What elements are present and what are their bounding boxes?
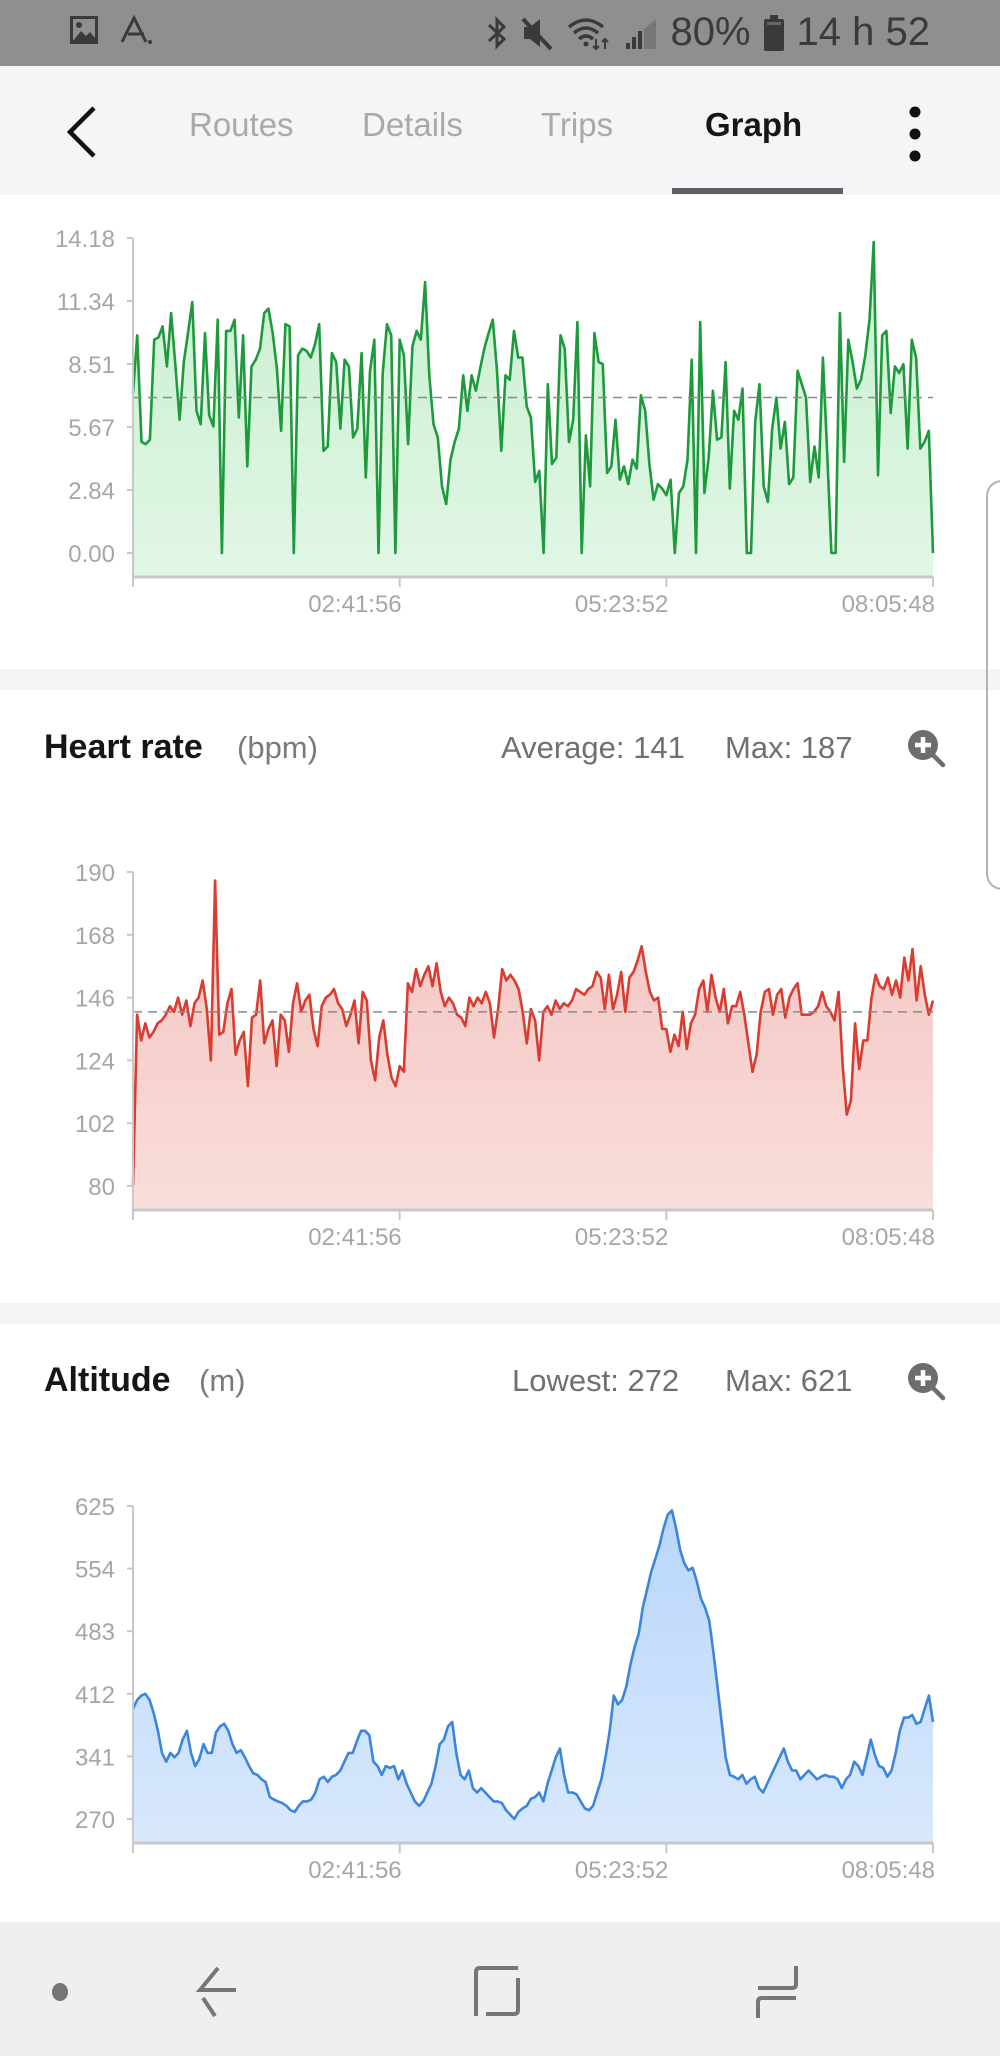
- back-nav-icon[interactable]: [188, 1962, 248, 2022]
- zoom-in-icon[interactable]: [904, 1359, 948, 1403]
- heart-rate-average: Average: 141: [501, 730, 685, 765]
- heart_rate-x-tick-label: 05:23:52: [575, 1224, 668, 1251]
- more-vertical-icon[interactable]: [900, 104, 930, 164]
- heart-rate-max: Max: 187: [725, 730, 853, 765]
- altitude-x-tick-label: 08:05:48: [842, 1857, 935, 1884]
- tab-trips[interactable]: Trips: [541, 106, 613, 144]
- heart-rate-chart-svg: 80 102 124 146 168 190 02:41:56 05:23:52 08:05:4…: [75, 860, 935, 1251]
- battery-percent: 80%: [670, 10, 751, 54]
- speed-chart: 0.00 2.84 5.67 8.51 11.34 14.18 02:41:56 05:23:…: [0, 195, 1000, 669]
- altitude-area: [133, 1510, 933, 1843]
- altitude-x-tick-label: 02:41:56: [308, 1857, 401, 1884]
- altitude-unit: (m): [199, 1363, 246, 1398]
- altitude-y-tick-label: 625: [75, 1494, 115, 1521]
- status-left: [68, 14, 154, 46]
- active-tab-indicator: [672, 188, 843, 194]
- scroll-handle[interactable]: [986, 480, 1000, 890]
- altitude-x-tick-label: 05:23:52: [575, 1857, 668, 1884]
- speed-chart-svg: 0.00 2.84 5.67 8.51 11.34 14.18 02:41:56 05:23:…: [55, 226, 935, 618]
- altitude-y-tick-label: 341: [75, 1744, 115, 1771]
- heart_rate-y-tick-label: 80: [88, 1174, 115, 1201]
- altitude-max: Max: 621: [725, 1363, 853, 1398]
- tab-graph[interactable]: Graph: [705, 106, 802, 144]
- altitude-title: Altitude: [44, 1361, 171, 1399]
- app-bar: Routes Details Trips Graph: [0, 66, 1000, 195]
- heart_rate-area: [133, 880, 933, 1210]
- altitude-y-tick-label: 270: [75, 1807, 115, 1834]
- battery-icon: [763, 14, 784, 51]
- heart-rate-header: Heart rate (bpm) Average: 141 Max: 187: [0, 718, 1000, 778]
- gallery-icon: [70, 16, 98, 44]
- status-right: 80% 14 h 52: [486, 10, 930, 55]
- clock: 14 h 52: [796, 10, 930, 54]
- speed-y-tick-label: 11.34: [57, 289, 115, 316]
- system-nav-bar: [0, 1922, 1000, 2056]
- zoom-in-icon[interactable]: [904, 726, 948, 770]
- heart_rate-y-tick-label: 146: [75, 986, 115, 1013]
- heart_rate-y-tick-label: 102: [75, 1111, 115, 1138]
- altitude-y-tick-label: 412: [75, 1682, 115, 1709]
- heart_rate-y-tick-label: 124: [75, 1048, 115, 1075]
- dot-icon[interactable]: [30, 1962, 90, 2022]
- chevron-left-icon[interactable]: [58, 102, 108, 162]
- heart_rate-x-tick-label: 08:05:48: [842, 1224, 935, 1251]
- mute-icon: [522, 17, 553, 50]
- altitude-header: Altitude (m) Lowest: 272 Max: 621: [0, 1351, 1000, 1411]
- speed-y-tick-label: 2.84: [68, 478, 115, 505]
- app-a-icon: [120, 14, 152, 44]
- heart-rate-title: Heart rate: [44, 728, 203, 766]
- heart-rate-chart: 80 102 124 146 168 190 02:41:56 05:23:52 08:05:4…: [0, 830, 1000, 1303]
- speed-y-tick-label: 5.67: [68, 415, 115, 442]
- altitude-y-tick-label: 483: [75, 1619, 115, 1646]
- section-separator: [0, 1303, 1000, 1324]
- altitude-chart: 270 341 412 483 554 625 02:41:56 05:23:52 08:05:…: [0, 1463, 1000, 1922]
- altitude-lowest: Lowest: 272: [512, 1363, 680, 1398]
- speed-x-tick-label: 08:05:48: [842, 591, 935, 618]
- speed-y-tick-label: 8.51: [68, 352, 115, 379]
- status-bar: 80% 14 h 52: [0, 0, 1000, 66]
- tab-details[interactable]: Details: [362, 106, 463, 144]
- heart_rate-x-tick-label: 02:41:56: [308, 1224, 401, 1251]
- home-icon[interactable]: [468, 1962, 528, 2022]
- speed-area: [133, 242, 933, 577]
- altitude-chart-svg: 270 341 412 483 554 625 02:41:56 05:23:52 08:05:…: [75, 1494, 935, 1884]
- heart-rate-unit: (bpm): [237, 730, 318, 765]
- altitude-y-tick-label: 554: [75, 1557, 115, 1584]
- signal-icon: [626, 18, 657, 49]
- speed-x-tick-label: 05:23:52: [575, 591, 668, 618]
- tab-routes[interactable]: Routes: [189, 106, 294, 144]
- section-separator: [0, 669, 1000, 690]
- recents-icon[interactable]: [748, 1962, 808, 2022]
- altitude-line: [131, 1509, 935, 1821]
- speed-x-tick-label: 02:41:56: [308, 591, 401, 618]
- speed-y-tick-label: 14.18: [55, 226, 115, 253]
- speed-y-tick-label: 0.00: [68, 541, 115, 568]
- wifi-icon: [568, 17, 610, 50]
- bluetooth-icon: [488, 15, 507, 50]
- heart_rate-y-tick-label: 190: [75, 860, 115, 887]
- heart_rate-y-tick-label: 168: [75, 923, 115, 950]
